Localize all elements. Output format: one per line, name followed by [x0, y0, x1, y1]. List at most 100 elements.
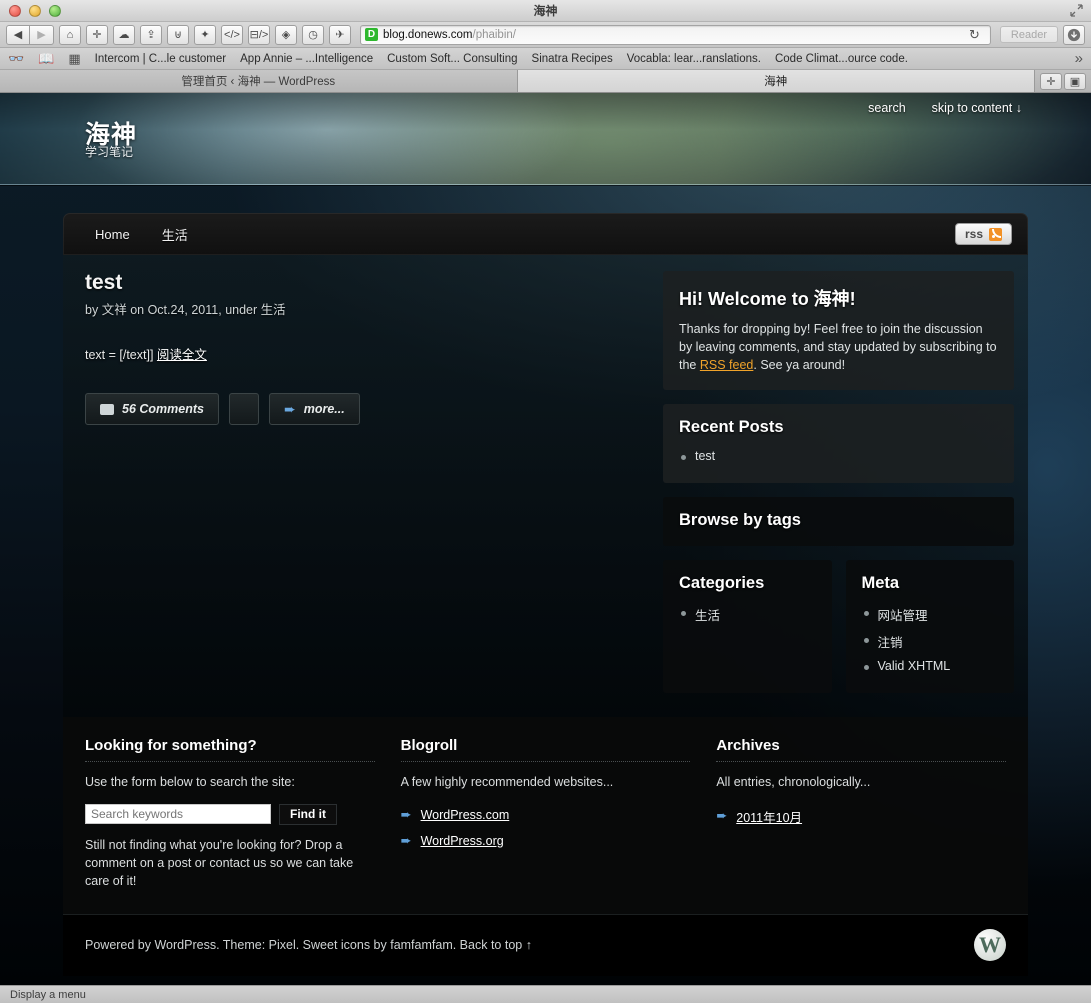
list-item[interactable]: Valid XHTML: [862, 655, 999, 677]
blogroll-links: ➨ WordPress.com ➨ WordPress.org: [401, 802, 691, 854]
search-form: Find it: [85, 803, 375, 825]
bookmark-item[interactable]: Intercom | C...le customer: [95, 53, 226, 65]
safari-browser-window: 海神 ◀ ▶ ⌂ ✛ ☁ ⇪ ⊎ ✦ </> ⊟/> ◈ ◷ ✈ D blog.…: [0, 0, 1091, 1003]
page-wrapper: Home 生活 rss test by 文祥 on Oct.24, 2011,: [63, 213, 1028, 976]
nav-item-shenghuo[interactable]: 生活: [146, 225, 204, 244]
header-link-search[interactable]: search: [868, 101, 906, 115]
address-bar[interactable]: D blog.donews.com/phaibin/ ↻: [360, 24, 991, 45]
blogroll-link[interactable]: WordPress.com: [421, 808, 510, 822]
post-author[interactable]: 文祥: [102, 303, 127, 317]
recent-posts-title: Recent Posts: [679, 418, 784, 437]
nav-item-home[interactable]: Home: [79, 227, 146, 242]
more-button[interactable]: ➨ more...: [268, 393, 360, 425]
rss-feed-link[interactable]: RSS feed: [700, 358, 754, 372]
download-icon[interactable]: [1063, 24, 1085, 45]
search-input[interactable]: [85, 804, 271, 824]
footer-widgets: Looking for something? Use the form belo…: [63, 717, 1028, 914]
new-tab-icon[interactable]: ✛: [1040, 72, 1062, 90]
tab-wordpress-admin[interactable]: 管理首页 ‹ 海神 — WordPress: [0, 70, 518, 92]
list-item[interactable]: 注销: [862, 628, 999, 655]
list-item[interactable]: 生活: [679, 601, 816, 628]
icloud-icon[interactable]: ☁: [113, 24, 135, 45]
post-column: test by 文祥 on Oct.24, 2011, under 生活 tex…: [63, 255, 663, 717]
archive-link[interactable]: 2011年10月: [736, 807, 802, 826]
home-icon[interactable]: ⌂: [59, 24, 81, 45]
site-header: 海神 学习笔记 search skip to content ↓: [0, 93, 1091, 185]
widget-browse-by-tags: Browse by tags: [663, 497, 1014, 547]
top-sites-icon[interactable]: ▦: [68, 51, 80, 67]
rss-label: rss: [964, 227, 983, 241]
bookmarks-bar: 👓 📖 ▦ Intercom | C...le customer App Ann…: [0, 48, 1091, 70]
categories-list: 生活: [679, 601, 816, 628]
url-host: blog.donews.com: [383, 28, 473, 41]
back-icon[interactable]: ◀: [6, 24, 30, 45]
pinboard-icon[interactable]: ✦: [194, 24, 216, 45]
bookmark-item[interactable]: Custom Soft... Consulting: [387, 53, 517, 65]
reading-list-icon[interactable]: 👓: [8, 51, 24, 67]
rss-icon: [989, 227, 1002, 241]
widget-recent-posts: Recent Posts test: [663, 404, 1014, 484]
content-area: test by 文祥 on Oct.24, 2011, under 生活 tex…: [63, 255, 1028, 718]
bookmark-item[interactable]: Vocabla: lear...ranslations.: [627, 53, 761, 65]
tab-overview-icon[interactable]: ▣: [1064, 72, 1086, 90]
post-date: Oct.24, 2011,: [147, 303, 222, 317]
archives-title: Archives: [716, 737, 1007, 763]
evernote-icon[interactable]: ⊎: [167, 24, 189, 45]
read-more-link[interactable]: 阅读全文: [157, 348, 207, 362]
welcome-text-b: . See ya around!: [753, 358, 846, 373]
ink-icon[interactable]: ◈: [275, 24, 297, 45]
list-item[interactable]: test: [679, 445, 998, 467]
nav-buttons[interactable]: ◀ ▶: [6, 24, 54, 45]
tab-tools: ✛ ▣: [1035, 70, 1091, 92]
blogroll-link[interactable]: WordPress.org: [421, 834, 504, 848]
categories-title: Categories: [679, 574, 765, 593]
comments-button[interactable]: 56 Comments: [85, 393, 219, 425]
reader-button[interactable]: Reader: [999, 26, 1058, 43]
list-item: ➨ WordPress.org: [401, 828, 691, 854]
bookmark-item[interactable]: Sinatra Recipes: [532, 53, 613, 65]
tags-title: Browse by tags: [679, 511, 801, 530]
post-category-link[interactable]: 生活: [261, 303, 286, 317]
share-icon[interactable]: ⇪: [140, 24, 162, 45]
list-item: ➨ 2011年10月: [716, 802, 1006, 831]
widget-categories: Categories 生活: [663, 560, 832, 694]
list-item: ➨ WordPress.com: [401, 802, 691, 828]
bookmark-item[interactable]: App Annie – ...Intelligence: [240, 53, 373, 65]
bug-icon[interactable]: ✈: [329, 24, 351, 45]
reload-icon[interactable]: ↻: [963, 27, 986, 43]
clock-icon[interactable]: ◷: [302, 24, 324, 45]
find-it-button[interactable]: Find it: [279, 803, 337, 825]
bookmarks-icon[interactable]: 📖: [38, 51, 54, 67]
rss-button[interactable]: rss: [954, 223, 1012, 245]
sidebar-two-column: Categories 生活 Meta 网站管理 注销 Valid XHTML: [663, 560, 1014, 694]
widget-meta: Meta 网站管理 注销 Valid XHTML: [845, 560, 1014, 694]
site-favicon: D: [365, 28, 378, 41]
footer-credit[interactable]: Powered by WordPress. Theme: Pixel. Swee…: [85, 938, 532, 952]
header-link-skip-to-content[interactable]: skip to content ↓: [932, 101, 1022, 115]
more-label: more...: [303, 402, 345, 416]
close-icon[interactable]: [9, 4, 21, 17]
add-tab-icon[interactable]: ✛: [86, 24, 108, 45]
post-title[interactable]: test: [85, 271, 641, 295]
minimize-icon[interactable]: [29, 4, 41, 17]
code-icon[interactable]: </>: [221, 24, 243, 45]
comment-icon: [100, 403, 114, 415]
spacer-button[interactable]: [228, 393, 259, 425]
zoom-icon[interactable]: [49, 4, 61, 17]
arrow-right-icon: ➨: [400, 806, 412, 822]
footer-widget-search: Looking for something? Use the form belo…: [85, 737, 375, 890]
meta-title: Meta: [861, 574, 900, 593]
list-item[interactable]: 网站管理: [862, 601, 999, 628]
tab-haishen[interactable]: 海神: [517, 70, 1035, 92]
bookmark-item[interactable]: Code Climat...ource code.: [775, 53, 908, 65]
widget-welcome: Hi! Welcome to 海神! Thanks for dropping b…: [663, 271, 1014, 391]
bookmarks-overflow-icon[interactable]: »: [1075, 50, 1083, 67]
footer-widget-archives: Archives All entries, chronologically...…: [716, 737, 1007, 890]
meta-list: 网站管理 注销 Valid XHTML: [862, 601, 999, 677]
window-title: 海神: [533, 4, 558, 18]
forward-icon[interactable]: ▶: [30, 24, 54, 45]
fullscreen-icon[interactable]: [1070, 4, 1083, 17]
instapaper-icon[interactable]: ⊟/>: [248, 24, 270, 45]
arrow-right-icon: ➨: [283, 400, 296, 417]
traffic-lights[interactable]: [0, 4, 61, 17]
